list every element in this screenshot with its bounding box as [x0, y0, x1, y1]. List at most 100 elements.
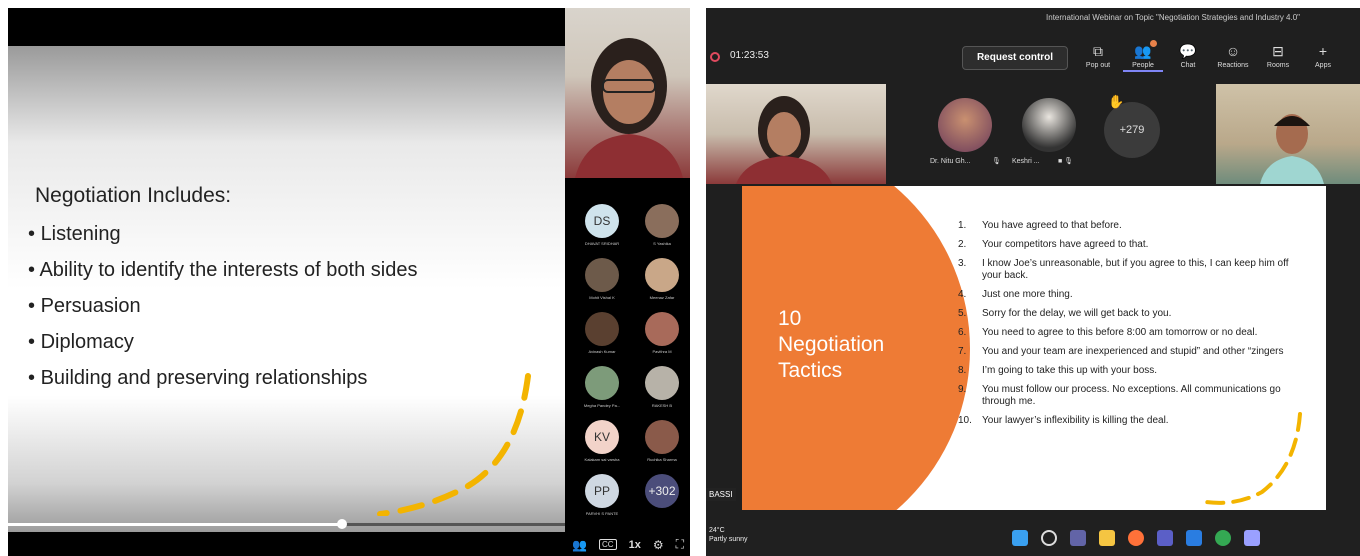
participant-avatar[interactable] [938, 98, 992, 152]
toolbar-popout-button[interactable]: ⧉ Pop out [1078, 42, 1118, 69]
tactic-item: 4. Just one more thing. [958, 289, 1298, 301]
participant-name: Pavithra M [652, 349, 672, 354]
chrome-icon[interactable] [1215, 530, 1231, 546]
people-icon: 👥 [1123, 40, 1163, 60]
participant-tile[interactable]: PP PARVHI S PANTE [573, 474, 631, 530]
search-icon[interactable] [1041, 530, 1057, 546]
more-icon: ⋯ [1348, 42, 1360, 60]
toolbar-reactions-button[interactable]: ☺ Reactions [1213, 42, 1253, 69]
speaker-silhouette [736, 96, 832, 184]
app-icon[interactable] [1244, 530, 1260, 546]
participant-avatar [585, 366, 619, 400]
slide-bullet: Diplomacy [28, 324, 417, 360]
tactic-number: 1. [958, 220, 967, 231]
toolbar-people-button[interactable]: 👥 People [1123, 40, 1163, 72]
tactic-item: 2. Your competitors have agreed to that. [958, 239, 1298, 251]
tactic-number: 9. [958, 384, 967, 395]
toolbar-label: Reactions [1217, 62, 1249, 69]
windows-start-icon[interactable] [1012, 530, 1028, 546]
toolbar-label: Chat [1180, 62, 1196, 69]
request-control-button[interactable]: Request control [962, 46, 1068, 70]
presentation-slide: Negotiation Includes: Listening Ability … [8, 46, 565, 532]
tactic-item: 5. Sorry for the delay, we will get back … [958, 308, 1298, 320]
participant-avatar [585, 312, 619, 346]
fullscreen-icon[interactable]: ⛶ [676, 537, 684, 552]
participant-tile[interactable]: Mohit Vishal K [573, 258, 631, 314]
tactic-number: 3. [958, 258, 967, 269]
tactic-number: 7. [958, 346, 967, 357]
slide-bullet: Building and preserving relationships [28, 360, 417, 396]
participant-avatar [645, 420, 679, 454]
tactic-text: I know Joe’s unreasonable, but if you ag… [982, 258, 1289, 281]
settings-gear-icon[interactable]: ⚙ [653, 538, 664, 552]
tactic-item: 8. I’m going to take this up with your bo… [958, 365, 1298, 377]
tactic-number: 8. [958, 365, 967, 376]
tactic-text: You and your team are inexperienced and … [982, 346, 1284, 357]
speaker-video-tile[interactable] [565, 8, 690, 178]
tactic-item: 3. I know Joe’s unreasonable, but if you … [958, 258, 1298, 282]
annotation-stroke [1204, 412, 1302, 505]
participant-tile[interactable]: Megha Pandey Pa... [573, 366, 631, 422]
speed-button[interactable]: 1x [629, 539, 641, 551]
participant-name: Ruchika Sharma [647, 457, 677, 462]
mail-icon[interactable] [1186, 530, 1202, 546]
toolbar-rooms-button[interactable]: ⊟ Rooms [1258, 42, 1298, 69]
weather-widget[interactable]: 24°C Partly sunny [709, 526, 748, 544]
slide-bullet-list: Listening Ability to identify the intere… [28, 216, 417, 396]
participant-tile[interactable]: +302 [633, 474, 690, 530]
tactic-number: 5. [958, 308, 967, 319]
participant-initials-avatar: KV [585, 420, 619, 454]
participant-tile[interactable]: Ruchika Sharma [633, 420, 690, 476]
mic-off-icon: 🎙 [992, 158, 1001, 165]
captions-icon[interactable]: CC [599, 539, 617, 550]
participant-name: Keshri ... [1012, 158, 1040, 165]
participant-name: Dr. Nitu Gh... [930, 158, 971, 165]
notification-badge [1150, 40, 1157, 47]
video-strip: Dr. Nitu Gh... 🎙 Keshri ... ■ 🎙 +279 ✋ [706, 84, 1360, 184]
participant-tile[interactable]: S Yashika [633, 204, 690, 260]
firefox-icon[interactable] [1128, 530, 1144, 546]
slide-title-line: Tactics [778, 359, 843, 382]
file-explorer-icon[interactable] [1099, 530, 1115, 546]
participant-initials-avatar: PP [585, 474, 619, 508]
playback-progress-bar[interactable] [8, 519, 565, 529]
weather-desc: Partly sunny [709, 536, 748, 543]
tactic-number: 2. [958, 239, 967, 250]
raised-hand-icon: ✋ [1108, 94, 1125, 109]
participant-silhouette [1260, 114, 1324, 184]
toolbar-label: Rooms [1266, 62, 1290, 69]
toolbar-apps-button[interactable]: + Apps [1303, 42, 1343, 69]
participant-avatar [645, 204, 679, 238]
slide-title: 10 Negotiation Tactics [778, 306, 884, 384]
toolbar-chat-button[interactable]: 💬 Chat [1168, 42, 1208, 69]
participant-tile[interactable]: Meenaz Zafar [633, 258, 690, 314]
participant-tile[interactable]: Pavithra M [633, 312, 690, 368]
tactic-text: Your competitors have agreed to that. [982, 239, 1149, 250]
tactic-text: You must follow our process. No exceptio… [982, 384, 1281, 407]
participant-tile[interactable]: Avinash Kumar [573, 312, 631, 368]
taskbar-icons [1012, 530, 1260, 546]
toolbar-more-button[interactable]: ⋯M [1348, 42, 1360, 69]
more-participants-button[interactable]: +279 [1104, 102, 1160, 158]
tactic-item: 7. You and your team are inexperienced an… [958, 346, 1298, 358]
popout-icon: ⧉ [1093, 43, 1103, 59]
participant-tile[interactable]: RAKESH B [633, 366, 690, 422]
participant-tile[interactable]: KV Kalakam sai varsha [573, 420, 631, 476]
chat-icon: 💬 [1179, 43, 1197, 59]
speaker-video-tile[interactable] [706, 84, 886, 184]
participant-name: S Yashika [653, 241, 671, 246]
teams-chat-icon[interactable] [1070, 530, 1086, 546]
tactic-text: Just one more thing. [982, 289, 1073, 300]
teams-icon[interactable] [1157, 530, 1173, 546]
participant-name: Meenaz Zafar [649, 295, 675, 300]
participant-initials-avatar: DS [585, 204, 619, 238]
participant-name: Avinash Kumar [588, 349, 616, 354]
weather-temp: 24°C [709, 527, 725, 534]
tactic-text: Your lawyer’s inflexibility is killing t… [982, 415, 1169, 426]
participant-name: DHAVAT SRIDHAR [584, 241, 620, 246]
participant-video-tile[interactable] [1216, 84, 1360, 184]
participant-avatar[interactable] [1022, 98, 1076, 152]
active-speaker-label: BASSI [706, 488, 736, 501]
participants-icon[interactable]: 👥 [572, 538, 587, 552]
participant-tile[interactable]: DS DHAVAT SRIDHAR [573, 204, 631, 260]
